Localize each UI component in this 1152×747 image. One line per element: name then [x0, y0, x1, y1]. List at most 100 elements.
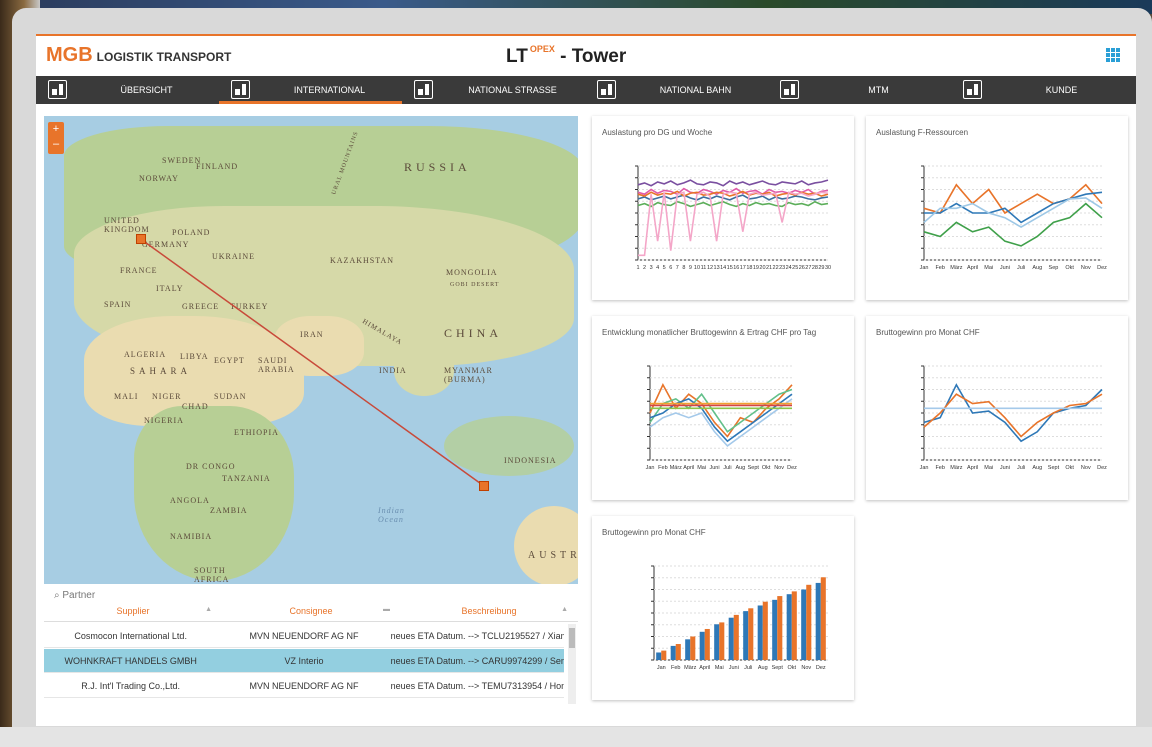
x-tick-label: 28	[812, 265, 818, 271]
bar-0-6	[743, 611, 749, 660]
brand-sub: LOGISTIK TRANSPORT	[96, 50, 232, 64]
bar-0-0	[656, 652, 662, 660]
col-beschreibung[interactable]: Beschreibung ▲	[400, 606, 578, 621]
chart-entwicklung: Jan Feb März April Mai Juni Juli Aug Sept Okt Nov D…	[646, 365, 797, 471]
zoom-in-button[interactable]: +	[48, 122, 64, 137]
world-map[interactable]: RUSSIA SWEDEN FINLAND NORWAY UNITED KING…	[44, 116, 578, 584]
customer-icon	[963, 80, 982, 99]
x-tick-label: Mai	[697, 465, 706, 471]
bar-1-10	[806, 584, 812, 660]
apps-grid-icon[interactable]	[1106, 48, 1120, 62]
title-main: LT	[506, 46, 528, 67]
x-tick-label: 20	[759, 265, 765, 271]
col-consignee[interactable]: Consignee ▬	[222, 606, 400, 621]
chart-auslastung-dg: 1 2 3 4 5 6 7 8 9 10 11 12 13 14 15 16 17 18 19 20 21 22 23 24 2…	[635, 165, 831, 271]
x-tick-label: März	[950, 265, 962, 271]
x-tick-label: 3	[650, 265, 653, 271]
x-tick-label: Nov	[1081, 465, 1091, 471]
tab-kunde[interactable]: KUNDE	[951, 76, 1134, 104]
partner-search[interactable]: ⌕ Partner	[54, 590, 95, 601]
overview-icon	[48, 80, 67, 99]
tab-label: MTM	[868, 85, 889, 95]
bar-1-5	[733, 614, 739, 660]
x-tick-label: Aug	[1032, 265, 1042, 271]
x-tick-label: 7	[676, 265, 679, 271]
bar-1-6	[748, 608, 754, 660]
route-line	[141, 239, 485, 487]
tab-uebersicht[interactable]: ÜBERSICHT	[36, 76, 219, 104]
x-tick-label: Juli	[1017, 465, 1025, 471]
x-tick-label: 1	[636, 265, 639, 271]
x-tick-label: Nov	[801, 665, 811, 671]
x-tick-label: April	[699, 665, 710, 671]
x-tick-label: 17	[740, 265, 746, 271]
chart-card-3: Entwicklung monatlicher Bruttogewinn & E…	[592, 316, 854, 500]
bar-0-11	[815, 582, 821, 660]
rail-icon	[597, 80, 616, 99]
bar-1-2	[690, 636, 696, 660]
x-tick-label: 27	[805, 265, 811, 271]
cell-supplier: Cosmocon International Ltd.	[74, 630, 187, 641]
bar-1-9	[791, 591, 797, 660]
chart-bruttogewinn-line: Jan Feb März April Mai Juni Juli Aug Sept Okt Nov D…	[920, 365, 1107, 471]
x-tick-label: 2	[643, 265, 646, 271]
brand-main: MGB	[46, 44, 93, 66]
zoom-out-button[interactable]: –	[48, 137, 64, 152]
search-placeholder: Partner	[62, 590, 96, 601]
bar-0-9	[786, 594, 792, 660]
x-tick-label: Okt	[1065, 265, 1074, 271]
bar-1-4	[719, 622, 725, 660]
x-tick-label: Feb	[671, 665, 680, 671]
cell-consignee: MVN NEUENDORF AG NF	[249, 680, 359, 691]
x-tick-label: Juli	[1017, 265, 1025, 271]
x-tick-label: Dez	[1097, 465, 1107, 471]
x-tick-label: Juni	[729, 665, 739, 671]
zoom-control: + –	[48, 122, 64, 154]
bar-0-4	[714, 624, 720, 660]
bar-0-5	[728, 617, 734, 660]
tab-international[interactable]: INTERNATIONAL	[219, 76, 402, 104]
cell-consignee: MVN NEUENDORF AG NF	[249, 630, 359, 641]
table-row[interactable]: R.J. Int'l Trading Co.,Ltd. MVN NEUENDOR…	[44, 674, 564, 698]
x-tick-label: 8	[682, 265, 685, 271]
destination-marker[interactable]	[479, 481, 489, 491]
bar-1-3	[704, 628, 710, 660]
x-tick-label: März	[950, 465, 962, 471]
sort-icon: ▲	[561, 606, 568, 613]
tab-mtm[interactable]: MTM	[768, 76, 951, 104]
x-tick-label: Mai	[715, 665, 724, 671]
x-tick-label: 24	[786, 265, 792, 271]
x-tick-label: Juni	[709, 465, 719, 471]
bar-1-7	[762, 601, 768, 660]
col-supplier[interactable]: Supplier ▲	[44, 606, 222, 621]
x-tick-label: Sept	[748, 465, 760, 471]
origin-marker[interactable]	[136, 234, 146, 244]
x-tick-label: Aug	[735, 465, 745, 471]
tab-label: INTERNATIONAL	[293, 85, 366, 95]
x-tick-label: 15	[727, 265, 733, 271]
brand-logo[interactable]: MGB LOGISTIK TRANSPORT	[46, 44, 231, 67]
partner-table: ⌕ Partner Supplier ▲ Consignee ▬ Beschreib…	[44, 586, 578, 726]
chart-auslastung-f: Jan Feb März April Mai Juni Juli Aug Sep Okt Nov De…	[920, 165, 1107, 271]
x-tick-label: 22	[773, 265, 779, 271]
x-tick-label: Juli	[723, 465, 731, 471]
series-line-1	[924, 191, 1103, 224]
chart-card-1: Auslastung pro DG und Woche 1 2 3 4 5 6 7 8 9 10 1…	[592, 116, 854, 300]
x-tick-label: 16	[733, 265, 739, 271]
x-tick-label: Okt	[1065, 465, 1074, 471]
tab-national-bahn[interactable]: NATIONAL BAHN	[585, 76, 768, 104]
search-icon: ⌕	[54, 590, 60, 601]
table-row-selected[interactable]: WOHNKRAFT HANDELS GMBH VZ Interio neues …	[44, 649, 564, 673]
chart-card-4: Bruttogewinn pro Monat CHF Jan Feb März Apr…	[866, 316, 1128, 500]
tab-national-strasse[interactable]: NATIONAL STRASSE	[402, 76, 585, 104]
x-tick-label: Mai	[984, 465, 993, 471]
title-rest: - Tower	[554, 46, 627, 67]
table-row[interactable]: Cosmocon International Ltd. MVN NEUENDOR…	[44, 624, 564, 648]
tab-label: NATIONAL STRASSE	[468, 85, 557, 95]
tab-label: NATIONAL BAHN	[659, 85, 732, 95]
bar-1-1	[675, 644, 681, 660]
road-icon	[414, 80, 433, 99]
title-sup: OPEX	[529, 44, 555, 54]
x-tick-label: 4	[656, 265, 659, 271]
table-scrollbar[interactable]	[568, 624, 576, 704]
